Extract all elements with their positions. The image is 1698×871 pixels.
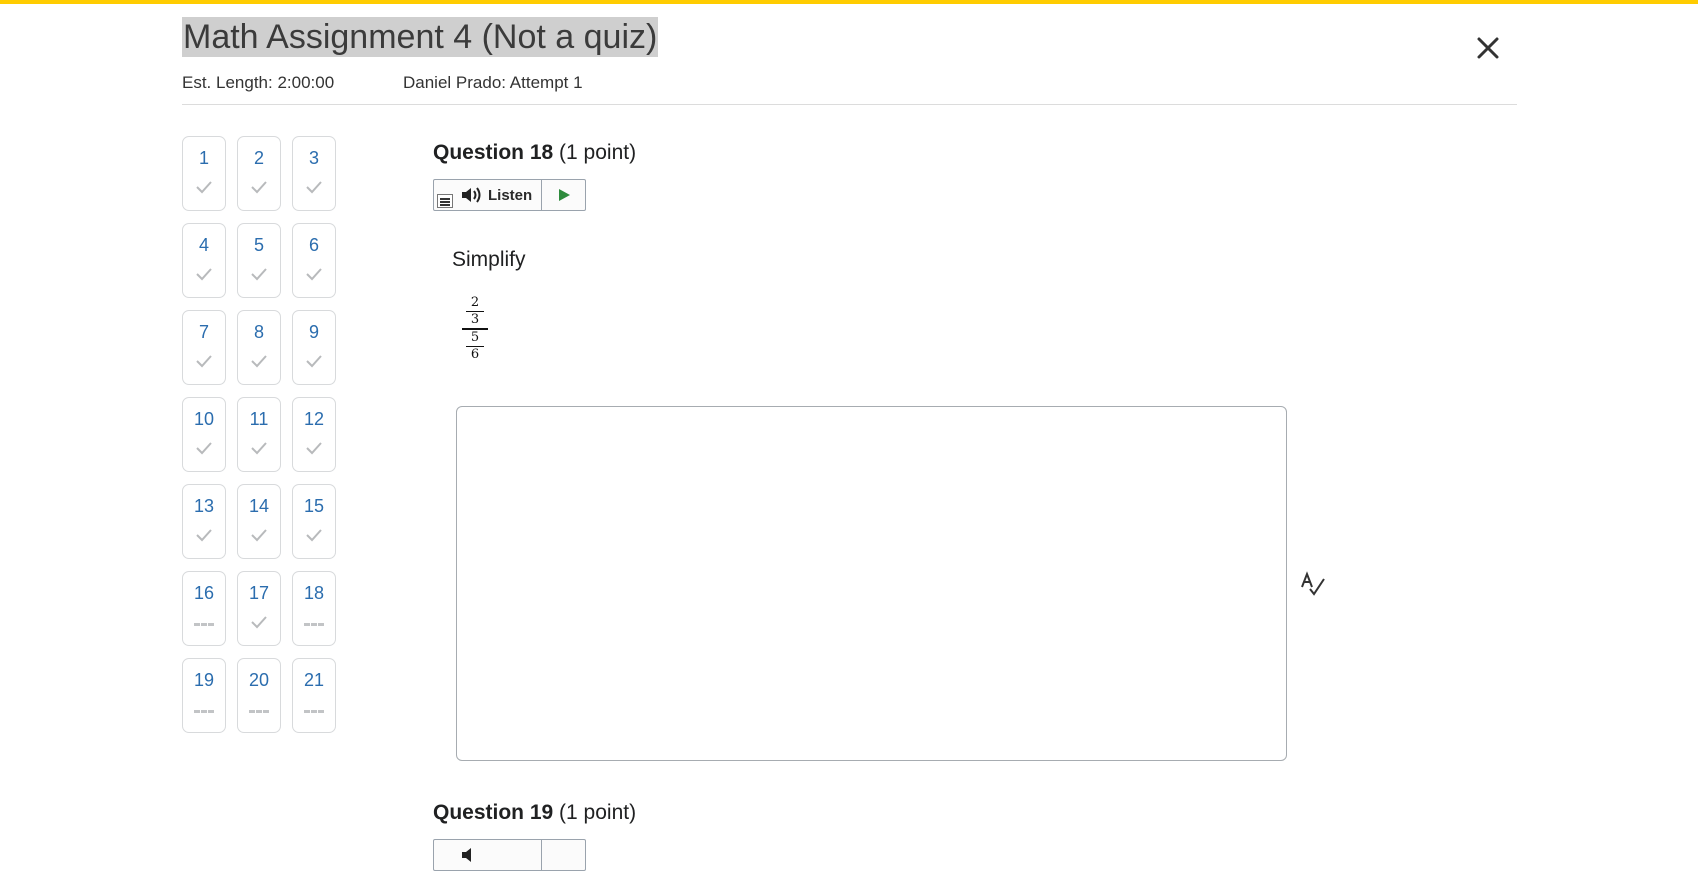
question-number: 2 bbox=[253, 148, 264, 168]
listen-widget: Listen bbox=[433, 179, 586, 211]
checkmark-icon bbox=[293, 267, 335, 285]
checkmark-icon bbox=[293, 180, 335, 198]
question-nav-19[interactable]: 19 bbox=[182, 658, 226, 733]
listen-separator bbox=[541, 840, 542, 870]
question-number: 12 bbox=[303, 409, 325, 429]
outer-denominator: 6 bbox=[470, 346, 480, 362]
question-nav-6[interactable]: 6 bbox=[292, 223, 336, 298]
question-nav-12[interactable]: 12 bbox=[292, 397, 336, 472]
question-number: 9 bbox=[308, 322, 319, 342]
checkmark-icon bbox=[238, 441, 280, 459]
question-number: 8 bbox=[253, 322, 264, 342]
question-number: 5 bbox=[253, 235, 264, 255]
question-number: 1 bbox=[198, 148, 209, 168]
checkmark-icon bbox=[183, 528, 225, 546]
listen-widget bbox=[433, 839, 586, 871]
question-nav-7[interactable]: 7 bbox=[182, 310, 226, 385]
question-nav-17[interactable]: 17 bbox=[237, 571, 281, 646]
question-title: Question 19 bbox=[433, 801, 554, 824]
question-number: 17 bbox=[248, 583, 270, 603]
checkmark-icon bbox=[238, 267, 280, 285]
question-prompt: Simplify bbox=[452, 248, 526, 271]
checkmark-icon bbox=[183, 267, 225, 285]
play-icon bbox=[559, 189, 570, 201]
header-divider bbox=[182, 104, 1517, 105]
question-number: 13 bbox=[193, 496, 215, 516]
question-nav-4[interactable]: 4 bbox=[182, 223, 226, 298]
accent-bar bbox=[0, 0, 1698, 4]
attempt-info: Daniel Prado: Attempt 1 bbox=[403, 73, 583, 92]
question-number: 7 bbox=[198, 322, 209, 342]
listen-button[interactable]: Listen bbox=[460, 180, 532, 210]
question-nav-13[interactable]: 13 bbox=[182, 484, 226, 559]
unanswered-dash-icon bbox=[293, 615, 335, 633]
inner-denominator: 3 bbox=[470, 312, 480, 327]
inner-numerator: 2 bbox=[470, 295, 480, 310]
checkmark-icon bbox=[238, 615, 280, 633]
checkmark-icon bbox=[183, 354, 225, 372]
question-nav-10[interactable]: 10 bbox=[182, 397, 226, 472]
question-nav-9[interactable]: 9 bbox=[292, 310, 336, 385]
question-points: (1 point) bbox=[559, 141, 637, 164]
outer-numerator: 5 bbox=[470, 329, 480, 345]
page-title: Math Assignment 4 (Not a quiz) bbox=[182, 17, 659, 57]
checkmark-icon bbox=[183, 180, 225, 198]
question-nav-18[interactable]: 18 bbox=[292, 571, 336, 646]
speaker-icon bbox=[462, 187, 481, 203]
question-number: 10 bbox=[193, 409, 215, 429]
checkmark-icon bbox=[293, 354, 335, 372]
checkmark-icon bbox=[238, 354, 280, 372]
question-number: 16 bbox=[193, 583, 215, 603]
question-number: 20 bbox=[248, 670, 270, 690]
question-nav-20[interactable]: 20 bbox=[237, 658, 281, 733]
checkmark-icon bbox=[183, 441, 225, 459]
checkmark-icon bbox=[238, 180, 280, 198]
close-icon bbox=[1477, 37, 1499, 59]
play-button[interactable] bbox=[542, 180, 586, 210]
question-nav-16[interactable]: 16 bbox=[182, 571, 226, 646]
question-nav-14[interactable]: 14 bbox=[237, 484, 281, 559]
question-nav-3[interactable]: 3 bbox=[292, 136, 336, 211]
question-nav-15[interactable]: 15 bbox=[292, 484, 336, 559]
question-nav-21[interactable]: 21 bbox=[292, 658, 336, 733]
question-19-header: Question 19 (1 point) bbox=[433, 801, 636, 825]
speaker-icon bbox=[462, 848, 471, 862]
unanswered-dash-icon bbox=[293, 702, 335, 720]
listen-button[interactable] bbox=[460, 840, 482, 870]
question-number: 4 bbox=[198, 235, 209, 255]
question-nav-5[interactable]: 5 bbox=[237, 223, 281, 298]
close-button[interactable] bbox=[1468, 28, 1508, 68]
question-points: (1 point) bbox=[559, 801, 637, 824]
question-nav-2[interactable]: 2 bbox=[237, 136, 281, 211]
listen-label: Listen bbox=[488, 186, 533, 204]
question-number: 19 bbox=[193, 670, 215, 690]
question-number: 18 bbox=[303, 583, 325, 603]
question-number: 15 bbox=[303, 496, 325, 516]
unanswered-dash-icon bbox=[183, 702, 225, 720]
est-length: Est. Length: 2:00:00 bbox=[182, 73, 335, 92]
unanswered-dash-icon bbox=[238, 702, 280, 720]
question-number: 6 bbox=[308, 235, 319, 255]
question-18-header: Question 18 (1 point) bbox=[433, 141, 636, 165]
question-nav-1[interactable]: 1 bbox=[182, 136, 226, 211]
question-nav-11[interactable]: 11 bbox=[237, 397, 281, 472]
question-number: 21 bbox=[303, 670, 325, 690]
complex-fraction: 2 3 5 6 bbox=[462, 296, 488, 362]
menu-icon[interactable] bbox=[437, 194, 453, 208]
question-number: 11 bbox=[249, 409, 269, 429]
unanswered-dash-icon bbox=[183, 615, 225, 633]
checkmark-icon bbox=[293, 528, 335, 546]
question-number: 14 bbox=[248, 496, 270, 516]
question-title: Question 18 bbox=[433, 141, 554, 164]
checkmark-icon bbox=[293, 441, 335, 459]
question-nav-8[interactable]: 8 bbox=[237, 310, 281, 385]
spellcheck-icon[interactable] bbox=[1300, 571, 1326, 597]
question-number: 3 bbox=[308, 148, 319, 168]
checkmark-icon bbox=[238, 528, 280, 546]
answer-textarea[interactable] bbox=[456, 406, 1287, 761]
